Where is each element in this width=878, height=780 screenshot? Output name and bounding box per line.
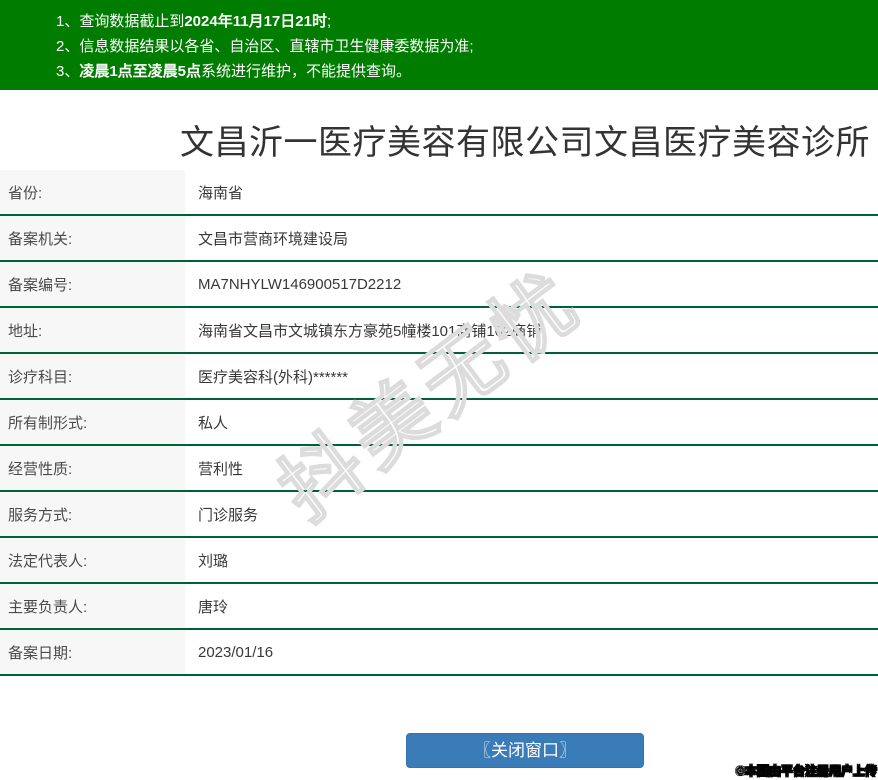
field-label: 服务方式:	[0, 492, 185, 536]
notice-line-2: 2、信息数据结果以各省、自治区、直辖市卫生健康委数据为准;	[56, 34, 878, 59]
notice-line-1: 1、查询数据截止到2024年11月17日21时;	[56, 9, 878, 34]
notice-line-3-tail: 系统进行维护，不能提供查询。	[201, 63, 412, 80]
field-value: 刘璐	[198, 552, 229, 570]
table-row-ownership-form: 所有制形式: 私人	[0, 400, 878, 446]
field-value: 文昌市营商环境建设局	[198, 230, 349, 248]
field-value: 唐玲	[198, 598, 229, 616]
table-row-filing-date: 备案日期: 2023/01/16	[0, 630, 878, 676]
table-row-treatment-subjects: 诊疗科目: 医疗美容科(外科)******	[0, 354, 878, 400]
notice-line-1-text: 1、查询数据截止到	[56, 13, 185, 30]
field-value: 门诊服务	[198, 506, 259, 524]
field-label: 省份:	[0, 170, 185, 214]
table-row-service-mode: 服务方式: 门诊服务	[0, 492, 878, 538]
field-label: 备案日期:	[0, 630, 185, 674]
field-value: MA7NHYLW146900517D2212	[198, 275, 402, 293]
field-value: 营利性	[198, 460, 244, 478]
table-row-principal: 主要负责人: 唐玲	[0, 584, 878, 630]
result-panel: 文昌沂一医疗美容有限公司文昌医疗美容诊所 省份: 海南省 备案机关: 文昌市营商…	[0, 121, 878, 768]
table-row-filing-authority: 备案机关: 文昌市营商环境建设局	[0, 216, 878, 262]
field-value: 医疗美容科(外科)******	[198, 368, 349, 386]
upload-credit-overlay: ©本图由平台注册用户上传	[736, 764, 877, 779]
notice-line-1-tail: ;	[326, 13, 332, 30]
field-label: 经营性质:	[0, 446, 185, 490]
table-row-legal-representative: 法定代表人: 刘璐	[0, 538, 878, 584]
notice-line-1-bold: 2024年11月17日21时	[184, 13, 327, 30]
page-title: 文昌沂一医疗美容有限公司文昌医疗美容诊所	[180, 124, 870, 162]
close-window-button[interactable]: 〖关闭窗口〗	[406, 733, 644, 768]
notice-line-3-text: 3、	[56, 63, 80, 80]
table-row-province: 省份: 海南省	[0, 170, 878, 216]
field-label: 主要负责人:	[0, 584, 185, 628]
notice-banner: 1、查询数据截止到2024年11月17日21时; 2、信息数据结果以各省、自治区…	[0, 0, 878, 90]
field-label: 备案编号:	[0, 262, 185, 306]
table-row-filing-number: 备案编号: MA7NHYLW146900517D2212	[0, 262, 878, 308]
table-row-address: 地址: 海南省文昌市文城镇东方豪苑5幢楼101商铺102商铺	[0, 308, 878, 354]
field-label: 备案机关:	[0, 216, 185, 260]
field-label: 所有制形式:	[0, 400, 185, 444]
field-label: 法定代表人:	[0, 538, 185, 582]
field-value: 海南省文昌市文城镇东方豪苑5幢楼101商铺102商铺	[198, 322, 542, 340]
table-row-operation-nature: 经营性质: 营利性	[0, 446, 878, 492]
field-value: 海南省	[198, 184, 244, 202]
notice-line-2-text: 2、信息数据结果以各省、自治区、直辖市卫生健康委数据为准;	[56, 38, 474, 55]
field-label: 诊疗科目:	[0, 354, 185, 398]
field-label: 地址:	[0, 308, 185, 352]
notice-line-3-bold: 凌晨1点至凌晨5点	[79, 63, 202, 80]
field-value: 2023/01/16	[198, 643, 274, 661]
notice-line-3: 3、凌晨1点至凌晨5点系统进行维护，不能提供查询。	[56, 59, 878, 84]
record-info-table: 省份: 海南省 备案机关: 文昌市营商环境建设局 备案编号: MA7NHYLW1…	[0, 170, 878, 676]
field-value: 私人	[198, 414, 229, 432]
